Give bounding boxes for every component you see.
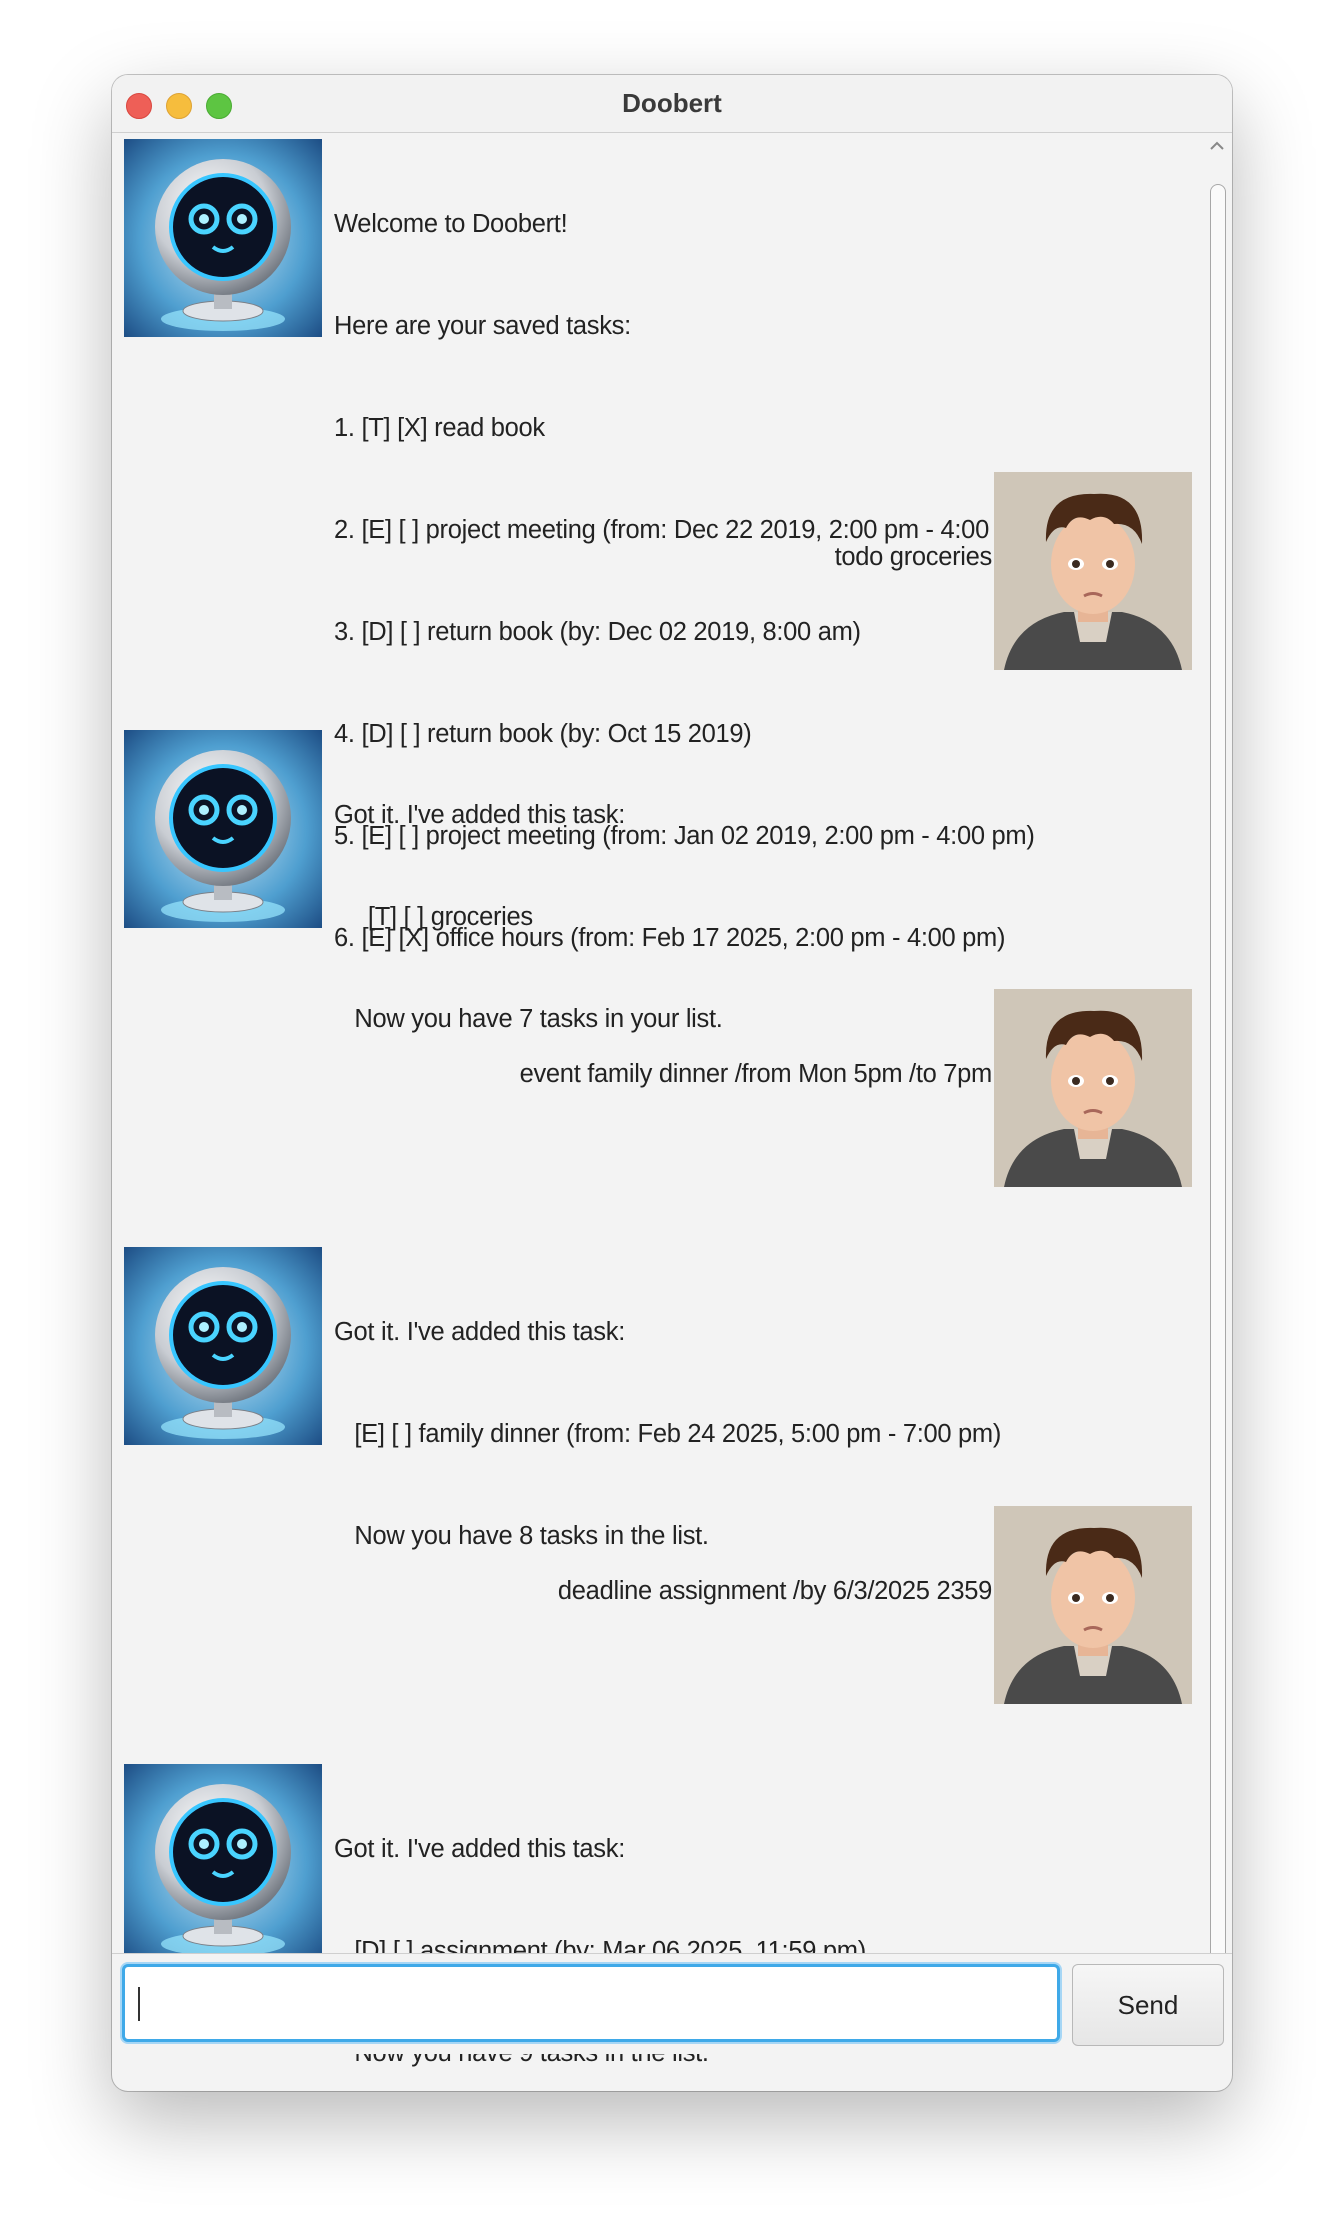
dialog-scroll-pane[interactable]: Welcome to Doobert! Here are your saved … — [112, 133, 1232, 2067]
input-bar: Send — [112, 1953, 1232, 2054]
app-window: Doobert Welcome to Doobert! Here are you… — [112, 75, 1232, 2091]
message-line: [E] [ ] family dinner (from: Feb 24 2025… — [334, 1420, 1002, 1448]
robot-avatar — [124, 1247, 322, 1445]
message-input[interactable] — [122, 1964, 1060, 2042]
user-message-text: todo groceries — [834, 472, 993, 642]
message-line: todo groceries — [834, 543, 993, 571]
send-button[interactable]: Send — [1072, 1964, 1224, 2046]
vertical-scrollbar[interactable] — [1202, 133, 1232, 1993]
text-caret — [138, 1987, 140, 2021]
user-message-text: deadline assignment /by 6/3/2025 2359 — [558, 1506, 992, 1676]
robot-avatar — [124, 730, 322, 928]
message-line: event family dinner /from Mon 5pm /to 7p… — [519, 1060, 993, 1088]
user-avatar — [994, 989, 1192, 1187]
message-line: Got it. I've added this task: — [334, 801, 625, 829]
message-line: Got it. I've added this task: — [334, 1835, 625, 1863]
user-avatar — [994, 472, 1192, 670]
scroll-up-arrow-icon[interactable] — [1208, 137, 1226, 155]
message-line: Got it. I've added this task: — [334, 1318, 625, 1346]
message-line: deadline assignment /by 6/3/2025 2359 — [557, 1577, 992, 1605]
robot-avatar — [124, 1764, 322, 1962]
window-title: Doobert — [622, 88, 722, 118]
message-line: [T] [ ] groceries — [334, 903, 533, 931]
title-bar: Doobert — [112, 75, 1232, 133]
scrollbar-thumb[interactable] — [1210, 184, 1226, 1967]
robot-avatar — [124, 139, 322, 337]
message-line: 1. [T] [X] read book — [334, 414, 545, 442]
user-message-text: event family dinner /from Mon 5pm /to 7p… — [519, 989, 993, 1159]
message-line: Here are your saved tasks: — [334, 312, 631, 340]
user-avatar — [994, 1506, 1192, 1704]
message-line: Welcome to Doobert! — [334, 210, 568, 238]
